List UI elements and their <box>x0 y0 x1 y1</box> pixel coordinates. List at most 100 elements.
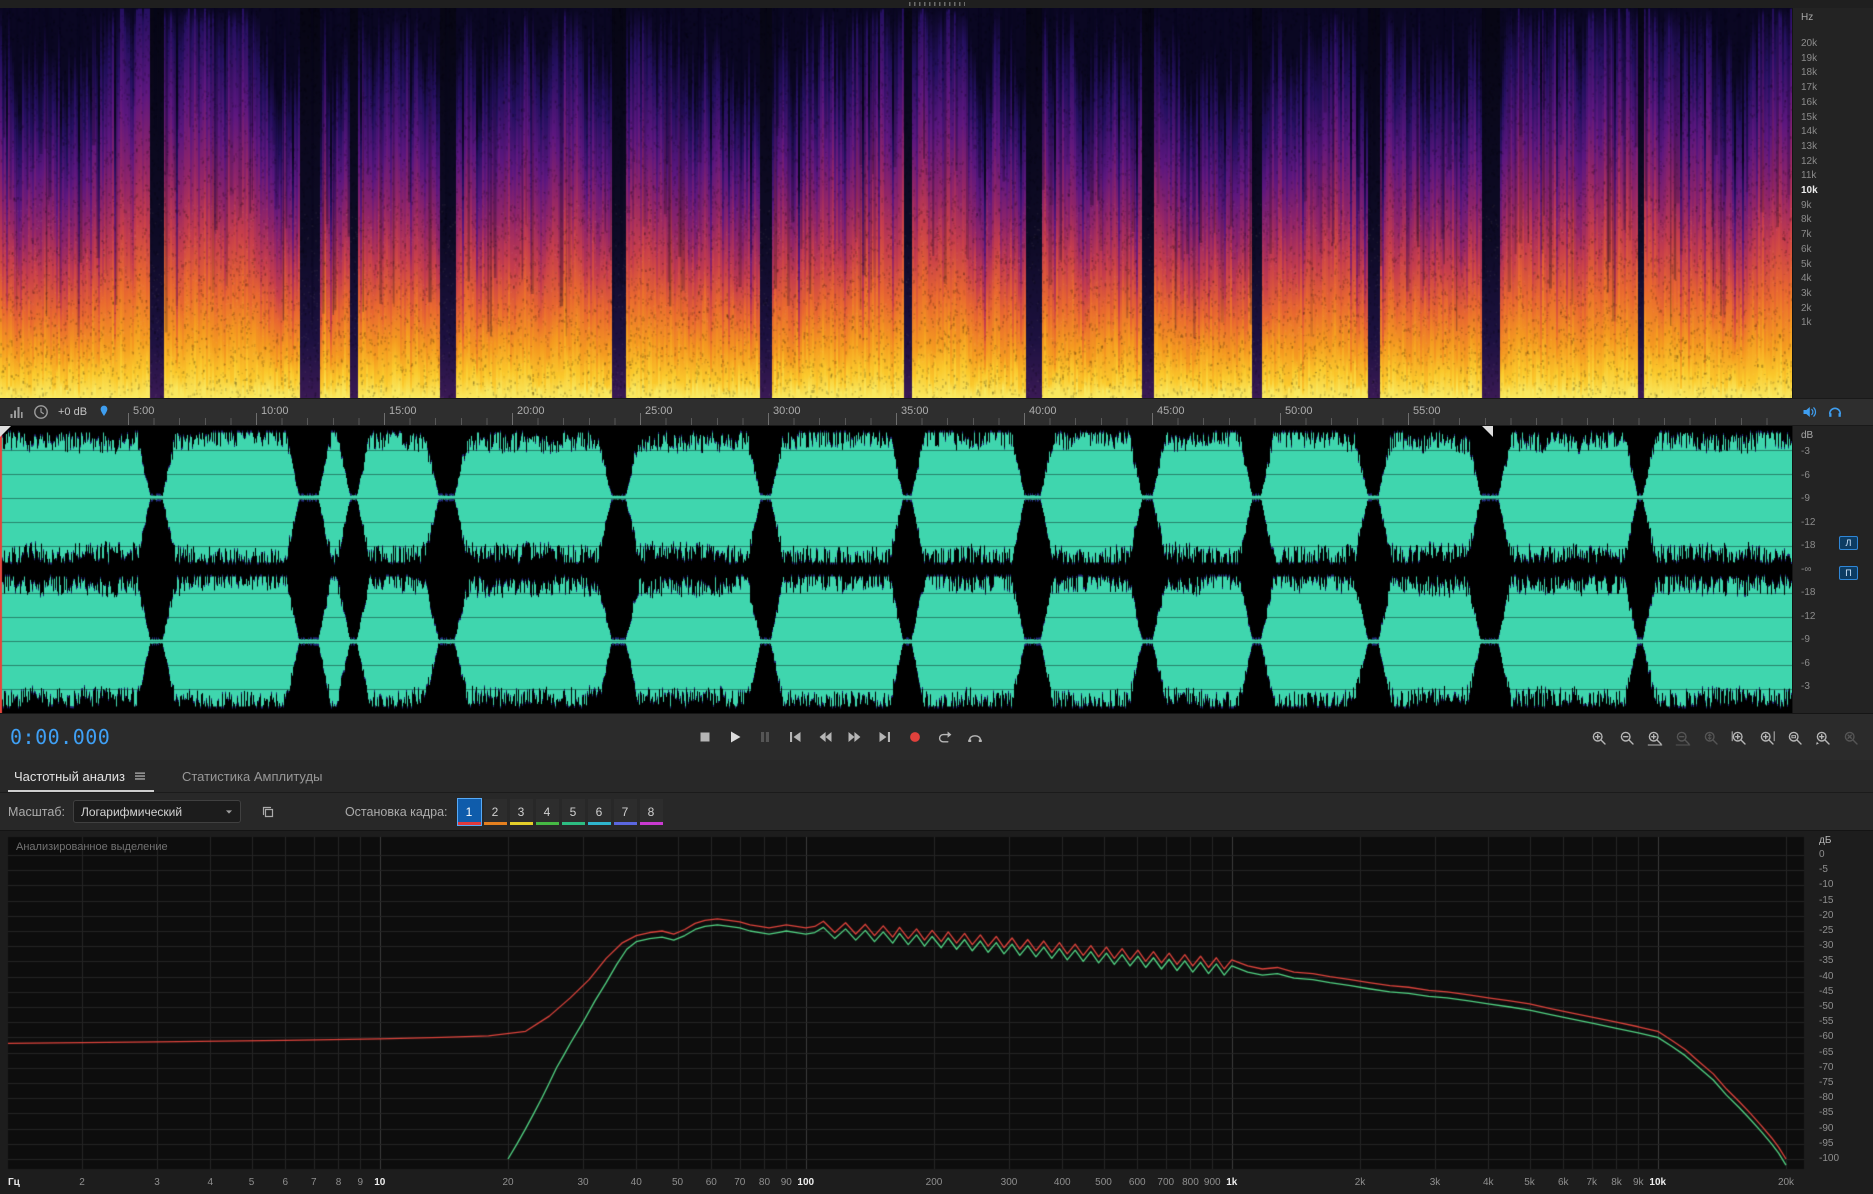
frame-hold-color-bar <box>587 821 611 825</box>
x-tick-label: 20k <box>1777 1177 1795 1188</box>
restore-zoom-button[interactable] <box>1812 727 1833 749</box>
channel-badge-left[interactable]: Л <box>1839 536 1858 550</box>
panel-menu-icon[interactable] <box>132 768 148 784</box>
freq-tick-label: 19k <box>1801 52 1818 64</box>
fast-forward-button[interactable] <box>842 726 868 748</box>
x-tick-label: 9 <box>357 1177 364 1188</box>
chart-x-unit: Гц <box>8 1177 20 1188</box>
waveform-canvas[interactable] <box>0 426 1792 713</box>
amplitude-tick-label: -12 <box>1801 610 1816 622</box>
play-button[interactable] <box>722 726 748 748</box>
freq-tick-label: 8k <box>1801 214 1812 226</box>
chart-annotation: Анализированное выделение <box>16 841 168 853</box>
skip-to-end-button[interactable] <box>872 726 898 748</box>
timeline-ruler[interactable]: 5:00 10:00 15:00 20:00 25:00 30:00 35:00 40:00 4… <box>0 398 1873 426</box>
headphones-icon[interactable] <box>1827 404 1843 420</box>
pause-button[interactable] <box>752 726 778 748</box>
x-tick-label: 400 <box>1053 1177 1071 1188</box>
amplitude-tick-label: -18 <box>1801 540 1816 551</box>
frame-hold-button-8[interactable]: 8 <box>639 798 663 825</box>
frame-hold-number: 5 <box>569 804 577 819</box>
frame-hold-button-4[interactable]: 4 <box>535 798 559 825</box>
y-tick-label: -85 <box>1819 1107 1834 1119</box>
y-tick-label: 0 <box>1819 849 1825 860</box>
scale-select[interactable]: Логарифмический <box>72 800 241 823</box>
zoom-reset-button[interactable] <box>1840 727 1861 749</box>
timeline-right-controls <box>1793 399 1873 425</box>
frame-hold-buttons: 1 2 3 4 5 6 7 8 <box>456 797 666 826</box>
tab-frequency-analysis[interactable]: Частотный анализ <box>8 760 154 792</box>
frame-hold-button-2[interactable]: 2 <box>483 798 507 825</box>
freq-tick-label: 13k <box>1801 140 1818 152</box>
panel-drag-strip <box>0 0 1873 8</box>
zoom-in-button[interactable] <box>1588 727 1609 749</box>
timeline-major-tick <box>256 413 257 425</box>
stop-icon <box>700 732 710 742</box>
snap-pin-icon[interactable] <box>96 404 112 420</box>
zoom-in-full-button[interactable] <box>1644 727 1665 749</box>
level-meter-icon[interactable] <box>8 404 24 420</box>
timeline-left-controls: +0 dB <box>0 399 123 425</box>
freq-tick-label: 18k <box>1801 67 1818 79</box>
timeline-major-tick <box>1408 413 1409 425</box>
play-icon <box>731 731 741 743</box>
timeline-time-label: 50:00 <box>1285 405 1313 417</box>
rewind-button[interactable] <box>812 726 838 748</box>
frame-hold-button-5[interactable]: 5 <box>561 798 585 825</box>
timeline-time-label: 10:00 <box>261 405 289 417</box>
amplitude-ruler: dB -3 -6 -9 -12 -18 -∞ -18 -12 -9 -6 -3 ЛП <box>1792 426 1873 713</box>
x-tick-label: 4 <box>207 1177 214 1188</box>
x-tick-label: 700 <box>1157 1177 1175 1188</box>
skip-selection-button[interactable] <box>962 726 988 748</box>
chevron-down-icon <box>225 809 233 814</box>
spectrogram-canvas[interactable] <box>0 8 1792 398</box>
frame-hold-button-7[interactable]: 7 <box>613 798 637 825</box>
tab-frequency-analysis-label: Частотный анализ <box>14 768 125 784</box>
frame-hold-button-1[interactable]: 1 <box>456 797 482 826</box>
record-button[interactable] <box>902 726 928 748</box>
zoom-to-in-point-button[interactable] <box>1728 727 1749 749</box>
audition-window: Hz 20k 19k 18k 17k 16k 15k 14k 13k 12k 11k 10k 9k 8k… <box>0 0 1873 1194</box>
timeline-major-tick <box>640 413 641 425</box>
zoom-out-full-icon <box>1675 731 1690 746</box>
frame-hold-number: 2 <box>491 804 499 819</box>
clock-icon[interactable] <box>33 404 49 420</box>
record-icon <box>910 732 920 742</box>
timeline-time-label: 40:00 <box>1029 405 1057 417</box>
copy-graph-icon <box>262 806 274 817</box>
zoom-out-button[interactable] <box>1616 727 1637 749</box>
selection-end-handle[interactable] <box>1482 426 1493 437</box>
loop-playback-button[interactable] <box>932 726 958 748</box>
chevron-down-icon <box>222 805 236 819</box>
tab-amplitude-statistics[interactable]: Статистика Амплитуды <box>176 760 328 792</box>
skip-selection-icon <box>968 735 982 742</box>
x-tick-label: 10k <box>1649 1177 1667 1188</box>
x-tick-label: 10 <box>374 1177 386 1188</box>
y-tick-label: -60 <box>1819 1031 1834 1043</box>
zoom-vertical-button[interactable] <box>1700 727 1721 749</box>
y-tick-label: -55 <box>1819 1016 1834 1028</box>
freq-tick-label: 12k <box>1801 155 1818 167</box>
zoom-to-selection-button[interactable] <box>1784 727 1805 749</box>
panel-menu-icon <box>134 772 145 780</box>
freq-tick-label: 20k <box>1801 38 1818 49</box>
frame-hold-color-bar <box>535 821 559 825</box>
copy-graph-button[interactable] <box>255 800 281 823</box>
timeline-time-label: 35:00 <box>901 405 929 417</box>
drag-handle-dots-icon[interactable] <box>908 2 965 6</box>
skip-to-start-button[interactable] <box>782 726 808 748</box>
zoom-out-full-button[interactable] <box>1672 727 1693 749</box>
y-tick-label: -40 <box>1819 970 1834 982</box>
selection-start-handle[interactable] <box>0 426 11 437</box>
y-tick-label: -15 <box>1819 894 1834 906</box>
frame-hold-button-6[interactable]: 6 <box>587 798 611 825</box>
stop-button[interactable] <box>692 726 718 748</box>
zoom-to-selection-icon <box>1788 731 1802 745</box>
timeline-time-label: 25:00 <box>645 405 673 417</box>
x-tick-label: 5 <box>248 1177 255 1188</box>
frame-hold-button-3[interactable]: 3 <box>509 798 533 825</box>
frame-hold-color-bar <box>509 821 533 825</box>
channel-badge-right[interactable]: П <box>1839 566 1858 580</box>
monitor-speaker-icon[interactable] <box>1801 404 1817 420</box>
zoom-to-out-point-button[interactable] <box>1756 727 1777 749</box>
